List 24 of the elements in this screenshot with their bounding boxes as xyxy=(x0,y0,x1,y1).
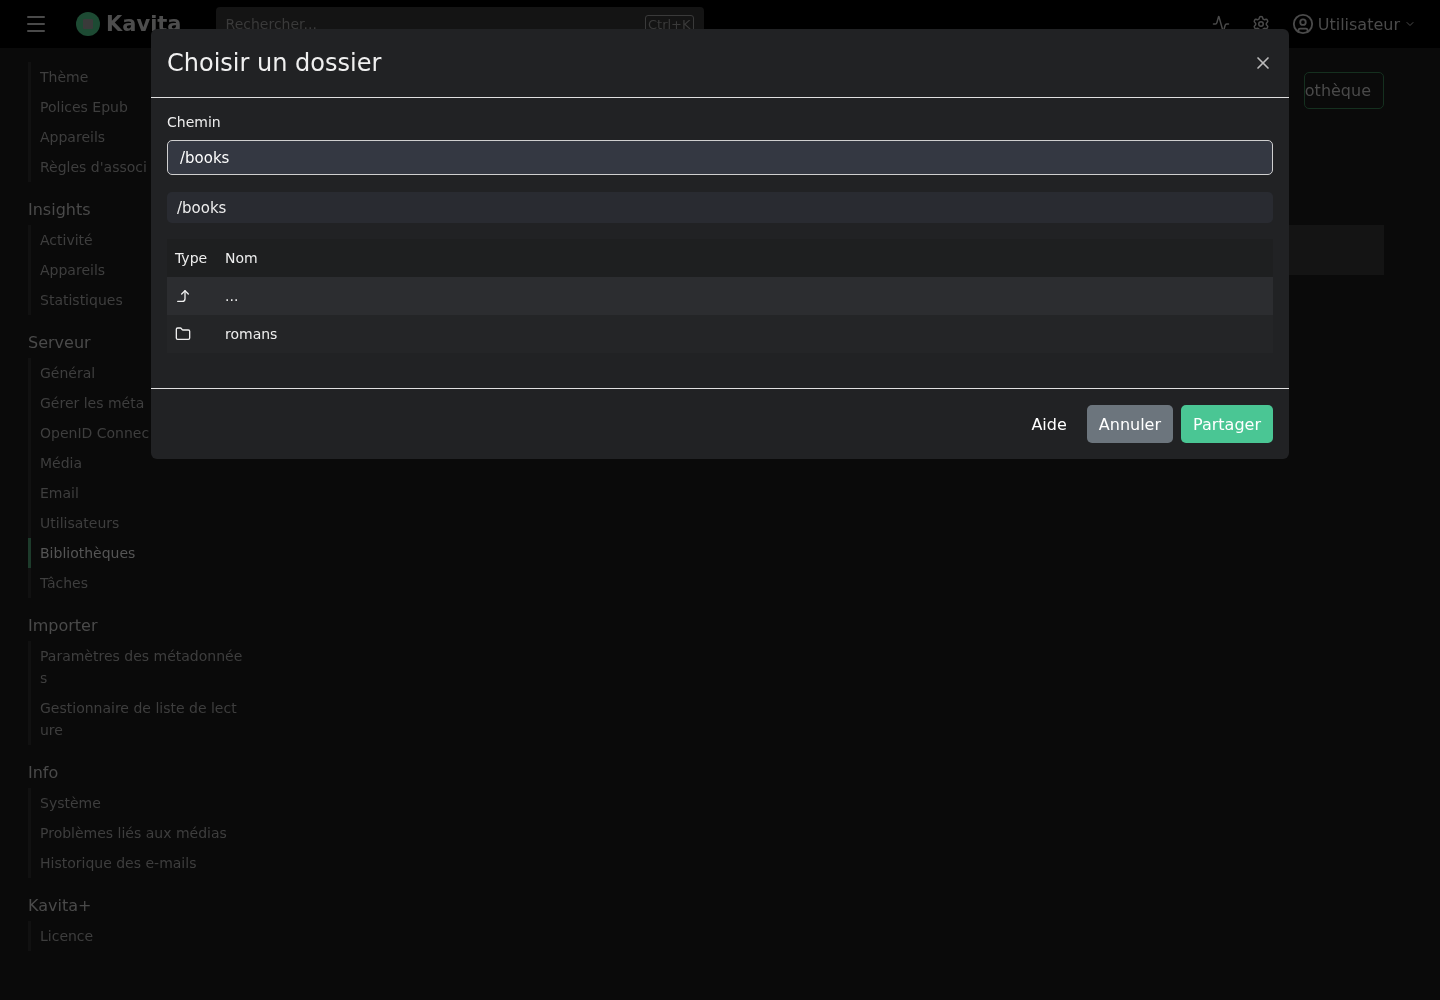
logo-icon xyxy=(76,12,100,36)
column-header: Type xyxy=(175,250,209,266)
library-button[interactable]: othèque xyxy=(1303,72,1384,109)
section-title: Importer xyxy=(28,616,98,635)
up-arrow-icon xyxy=(175,288,191,304)
user-icon xyxy=(1291,13,1314,35)
help-button[interactable]: Aide xyxy=(1019,405,1079,443)
path-field[interactable]: /books xyxy=(167,140,1273,175)
sidebar-item[interactable]: Bibliothèques xyxy=(28,538,243,568)
table-cell-text: romans xyxy=(225,326,279,342)
dialog-title: Choisir un dossier xyxy=(167,49,382,77)
section-title: Info xyxy=(28,763,59,782)
section-title: Kavita+ xyxy=(28,896,92,915)
user-menu[interactable]: Utilisateur xyxy=(1291,13,1416,35)
share-button[interactable]: Partager xyxy=(1181,405,1273,443)
table-cell-text: ... xyxy=(225,288,240,304)
breadcrumb[interactable]: /books xyxy=(167,192,1273,223)
folder-icon xyxy=(175,326,191,342)
field-label: Chemin xyxy=(167,114,222,130)
column-header: Nom xyxy=(225,250,259,266)
cancel-button[interactable]: Annuler xyxy=(1086,405,1174,443)
folder-row[interactable]: ... xyxy=(167,277,1273,315)
section-title: Serveur xyxy=(28,333,91,352)
section-title: Insights xyxy=(28,200,91,219)
